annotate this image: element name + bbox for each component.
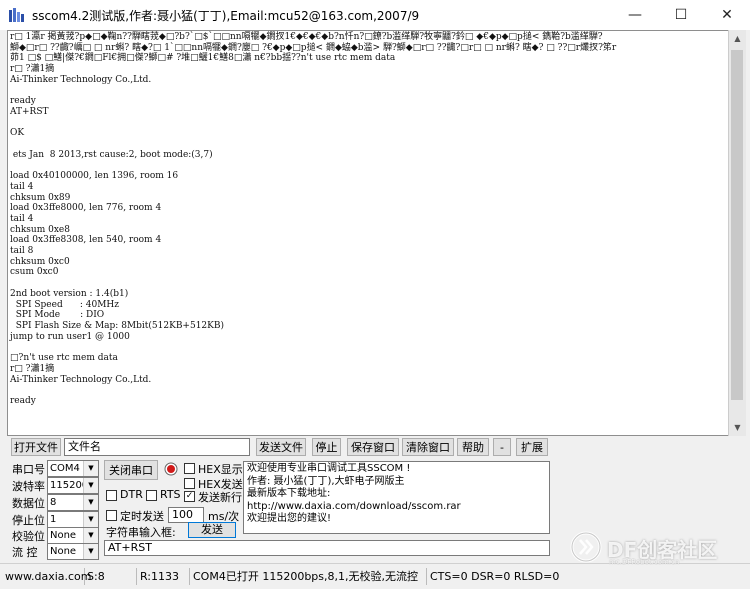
minimize-button[interactable]: — [612,0,658,30]
char-input-label: 字符串输入框: [106,526,176,539]
info-line-url: http://www.daxia.com/download/sscom.rar [247,500,461,512]
databits-label: 数据位 [12,497,45,510]
flow-select[interactable]: None ▼ [47,543,99,560]
timed-send-label: 定时发送 [120,510,164,523]
app-icon [9,8,24,22]
chevron-down-icon[interactable]: ▼ [83,478,98,493]
chevron-down-icon[interactable]: ▼ [83,495,98,510]
stop-button[interactable]: 停止 [312,438,341,456]
status-signals: CTS=0 DSR=0 RLSD=0 [430,570,560,583]
dtr-label: DTR [120,488,143,501]
stopbits-label: 停止位 [12,514,45,527]
terminal-scrollbar[interactable]: ▲ ▼ [728,30,746,436]
watermark-subtext: mc.DFRobot.com.cn [609,558,680,566]
scroll-thumb[interactable] [731,50,743,400]
scroll-down-icon[interactable]: ▼ [729,419,746,436]
stopbits-select[interactable]: 1 ▼ [47,511,99,528]
databits-select[interactable]: 8 ▼ [47,494,99,511]
parity-label: 校验位 [12,530,45,543]
parity-value: None [50,530,77,541]
send-file-button[interactable]: 发送文件 [256,438,306,456]
port-label: 串口号 [12,463,45,476]
clear-window-button[interactable]: 清除窗口 [402,438,454,456]
interval-input[interactable]: 100 [168,507,204,523]
baud-label: 波特率 [12,480,45,493]
maximize-button[interactable]: ☐ [658,0,704,30]
send-newline-checkbox[interactable]: ✓ [184,491,195,502]
baud-select[interactable]: 115200 ▼ [47,477,99,494]
info-line-download: 最新版本下载地址: [247,488,331,500]
info-line-author: 作者: 聂小猛(丁丁),大虾电子网版主 [247,475,405,487]
status-sent-count: S:8 [85,568,137,585]
send-button[interactable]: 发送 [188,522,236,538]
hex-display-checkbox[interactable] [184,463,195,474]
parity-select[interactable]: None ▼ [47,527,99,544]
info-panel: 欢迎使用专业串口调试工具SSCOM ! 作者: 聂小猛(丁丁),大虾电子网版主 … [243,461,550,534]
send-input[interactable]: AT+RST [104,540,550,556]
info-line-welcome: 欢迎使用专业串口调试工具SSCOM ! [247,463,411,474]
chevron-down-icon[interactable]: ▼ [83,461,98,476]
open-file-button[interactable]: 打开文件 [11,438,61,456]
port-value: COM4 [50,463,80,474]
expand-button[interactable]: 扩展 [516,438,548,456]
dfrobot-watermark: DF创客社区 mc.DFRobot.com.cn [565,528,750,568]
timed-send-checkbox[interactable] [106,510,117,521]
scroll-up-icon[interactable]: ▲ [729,30,746,47]
window-title: sscom4.2测试版,作者:聂小猛(丁丁),Email:mcu52@163.c… [32,9,420,23]
flow-value: None [50,546,77,557]
close-port-button[interactable]: 关闭串口 [104,460,158,480]
port-select[interactable]: COM4 ▼ [47,460,99,477]
terminal-text: r□ 1瀛r 掲黃茙?p◆□◆鞠n??騨瞎茙◆□?b?`□$`□□nn嗝犤◆鐧扠… [10,32,617,406]
dfrobot-logo-icon [570,531,602,563]
info-line-feedback: 欢迎提出您的建议! [247,513,332,525]
chevron-down-icon[interactable]: ▼ [83,544,98,559]
status-port-info: COM4已打开 115200bps,8,1,无校验,无流控 [191,568,427,585]
help-button[interactable]: 帮助 [457,438,489,456]
rts-label: RTS [160,488,181,501]
close-button[interactable]: ✕ [704,0,750,30]
hex-display-label: HEX显示 [198,463,243,476]
chevron-down-icon[interactable]: ▼ [83,512,98,527]
send-newline-label: 发送新行 [198,491,242,504]
dtr-checkbox[interactable] [106,490,117,501]
rts-checkbox[interactable] [146,490,157,501]
collapse-button[interactable]: - [493,438,511,456]
receive-terminal[interactable]: r□ 1瀛r 掲黃茙?p◆□◆鞠n??騨瞎茙◆□?b?`□$`□□nn嗝犤◆鐧扠… [7,30,729,436]
databits-value: 8 [50,497,57,508]
chevron-down-icon[interactable]: ▼ [83,528,98,543]
filename-field[interactable]: 文件名 [64,438,250,456]
title-bar: sscom4.2测试版,作者:聂小猛(丁丁),Email:mcu52@163.c… [0,0,750,30]
flow-label: 流 控 [12,546,38,559]
stopbits-value: 1 [50,514,57,525]
hex-send-checkbox[interactable] [184,478,195,489]
port-status-led-icon [164,462,178,476]
save-window-button[interactable]: 保存窗口 [347,438,399,456]
status-received-count: R:1133 [138,568,190,585]
status-website: www.daxia.com [5,568,92,585]
